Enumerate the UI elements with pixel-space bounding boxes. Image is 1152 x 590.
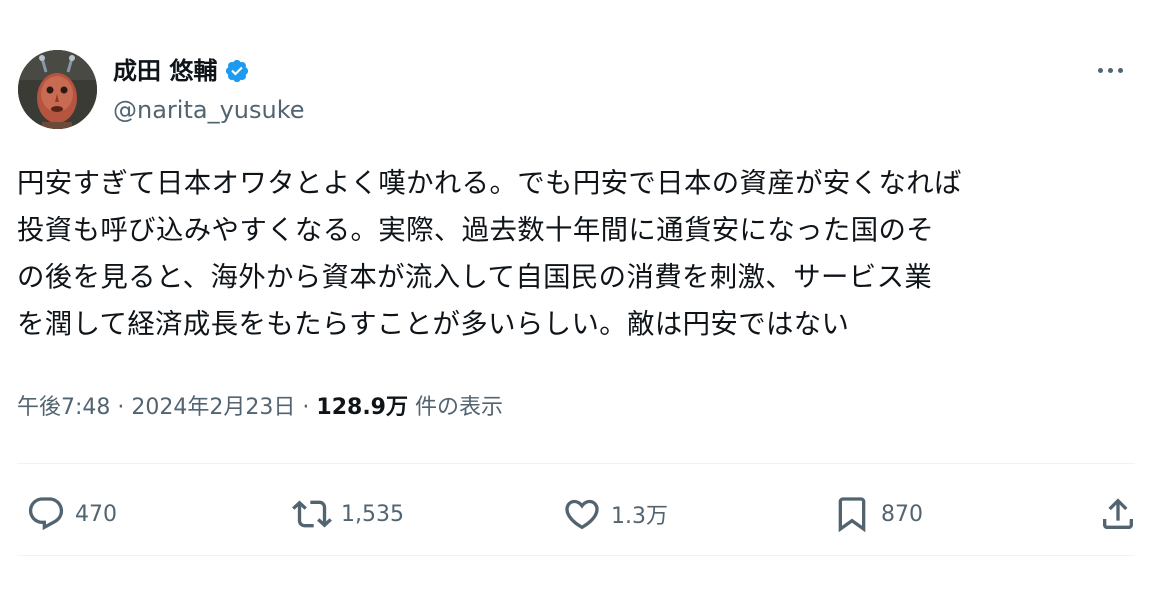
views-count[interactable]: 128.9万 [316,395,408,420]
tweet-text: 円安すぎて日本オワタとよく嘆かれる。でも円安で日本の資産が安くなれば 投資も呼び… [17,160,1139,348]
tweet-time[interactable]: 午後7:48 [17,395,110,420]
bookmark-count: 870 [881,501,923,527]
share-button[interactable] [1098,490,1138,538]
tweet-text-line: を潤して経済成長をもたらすことが多いらしい。敵は円安ではない [17,309,850,340]
tweet-text-line: の後を見ると、海外から資本が流入して自国民の消費を刺激、サービス業 [17,262,933,293]
divider [17,555,1135,556]
separator-dot: · [302,395,310,420]
tweet-meta: 午後7:48 · 2024年2月23日 · 128.9万 件の表示 [17,389,503,427]
author-handle[interactable]: @narita_yusuke [113,94,305,126]
retweet-icon [292,494,332,534]
like-count: 1.3万 [611,504,668,529]
avatar[interactable] [18,50,97,129]
author-name-row: 成田 悠輔 [113,56,250,86]
bookmark-button[interactable]: 870 [832,490,923,538]
reply-count: 470 [75,501,117,527]
reply-button[interactable]: 470 [26,490,117,538]
tweet-text-line: 円安すぎて日本オワタとよく嘆かれる。でも円安で日本の資産が安くなれば [17,168,962,199]
share-upload-icon [1098,494,1138,534]
author-display-name[interactable]: 成田 悠輔 [113,56,217,86]
reply-bubble-icon [26,494,66,534]
heart-icon [562,494,602,534]
tweet-date[interactable]: 2024年2月23日 [131,395,295,420]
verified-badge-icon[interactable] [224,58,250,84]
avatar-image [18,50,97,129]
separator-dot: · [117,395,125,420]
tweet-text-line: 投資も呼び込みやすくなる。実際、過去数十年間に通貨安になった国のそ [17,215,935,246]
like-button[interactable]: 1.3万 [562,490,668,538]
meta-separator: · [117,395,131,420]
more-horizontal-icon [1097,67,1103,73]
views-label: 件の表示 [414,395,503,420]
meta-separator: · [302,395,316,420]
more-dot [1107,67,1113,73]
divider [17,463,1135,464]
more-dot [1117,67,1123,73]
action-bar: 470 1,535 1.3万 870 [0,490,1152,538]
bookmark-icon [832,494,872,534]
tweet-card: 成田 悠輔 @narita_yusuke 円安すぎて日本オワタとよく嘆かれる。で… [0,0,1152,590]
more-options-button[interactable] [1092,58,1128,82]
retweet-button[interactable]: 1,535 [292,490,404,538]
retweet-count: 1,535 [341,501,404,527]
